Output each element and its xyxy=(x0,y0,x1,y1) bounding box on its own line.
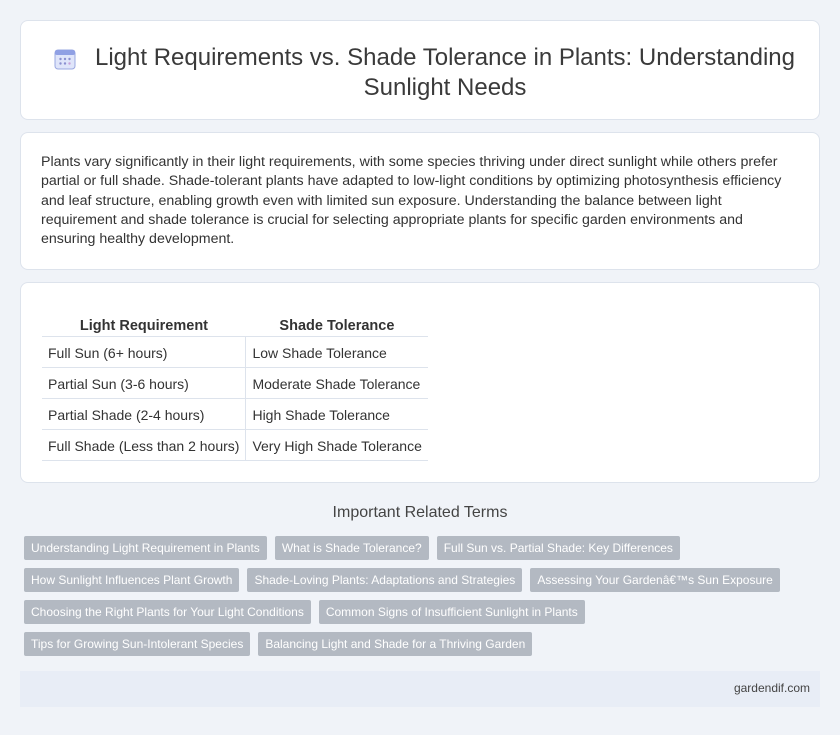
table-cell: Partial Sun (3-6 hours) xyxy=(42,367,247,399)
tag-row: How Sunlight Influences Plant Growth Sha… xyxy=(24,568,804,592)
related-term-link[interactable]: Assessing Your Gardenâ€™s Sun Exposure xyxy=(530,568,780,592)
table-header-row: Light Requirement Shade Tolerance xyxy=(42,313,428,337)
related-term-link[interactable]: Balancing Light and Shade for a Thriving… xyxy=(258,632,533,656)
column-header-shade-tolerance: Shade Tolerance xyxy=(245,313,428,337)
intro-paragraph: Plants vary significantly in their light… xyxy=(41,154,782,248)
calendar-icon xyxy=(54,49,76,70)
related-term-link[interactable]: Understanding Light Requirement in Plant… xyxy=(24,536,267,560)
table-cell: Very High Shade Tolerance xyxy=(245,429,428,461)
table-row: Full Shade (Less than 2 hours) Very High… xyxy=(42,429,428,461)
footer-site-name[interactable]: gardendif.com xyxy=(734,681,810,695)
related-term-link[interactable]: What is Shade Tolerance? xyxy=(274,536,429,560)
tag-row: Choosing the Right Plants for Your Light… xyxy=(24,600,804,624)
column-header-light-requirement: Light Requirement xyxy=(42,313,246,337)
related-term-link[interactable]: Shade-Loving Plants: Adaptations and Str… xyxy=(247,568,523,592)
table-cell: Full Shade (Less than 2 hours) xyxy=(42,429,247,461)
table-row: Partial Shade (2-4 hours) High Shade Tol… xyxy=(42,398,428,430)
related-terms-list: Understanding Light Requirement in Plant… xyxy=(24,536,804,664)
table-card: Light Requirement Shade Tolerance Full S… xyxy=(20,282,820,483)
footer: gardendif.com xyxy=(20,671,820,707)
intro-card: Plants vary significantly in their light… xyxy=(20,132,820,270)
table-cell: Full Sun (6+ hours) xyxy=(42,336,247,368)
related-terms-title: Important Related Terms xyxy=(332,504,508,521)
table-row: Partial Sun (3-6 hours) Moderate Shade T… xyxy=(42,367,428,399)
table-cell: Low Shade Tolerance xyxy=(245,336,428,368)
table-cell: Moderate Shade Tolerance xyxy=(245,367,428,399)
related-term-link[interactable]: Common Signs of Insufficient Sunlight in… xyxy=(318,600,585,624)
tag-row: Understanding Light Requirement in Plant… xyxy=(24,536,804,560)
related-term-link[interactable]: Choosing the Right Plants for Your Light… xyxy=(24,600,311,624)
header-card: Light Requirements vs. Shade Tolerance i… xyxy=(20,20,820,120)
related-term-link[interactable]: Full Sun vs. Partial Shade: Key Differen… xyxy=(436,536,680,560)
table-cell: High Shade Tolerance xyxy=(245,398,428,430)
tag-row: Tips for Growing Sun-Intolerant Species … xyxy=(24,632,804,656)
page-title: Light Requirements vs. Shade Tolerance i… xyxy=(95,44,795,101)
related-term-link[interactable]: How Sunlight Influences Plant Growth xyxy=(24,568,240,592)
table-row: Full Sun (6+ hours) Low Shade Tolerance xyxy=(42,336,428,368)
table-cell: Partial Shade (2-4 hours) xyxy=(42,398,247,430)
comparison-table: Light Requirement Shade Tolerance Full S… xyxy=(42,313,428,461)
related-term-link[interactable]: Tips for Growing Sun-Intolerant Species xyxy=(24,632,251,656)
